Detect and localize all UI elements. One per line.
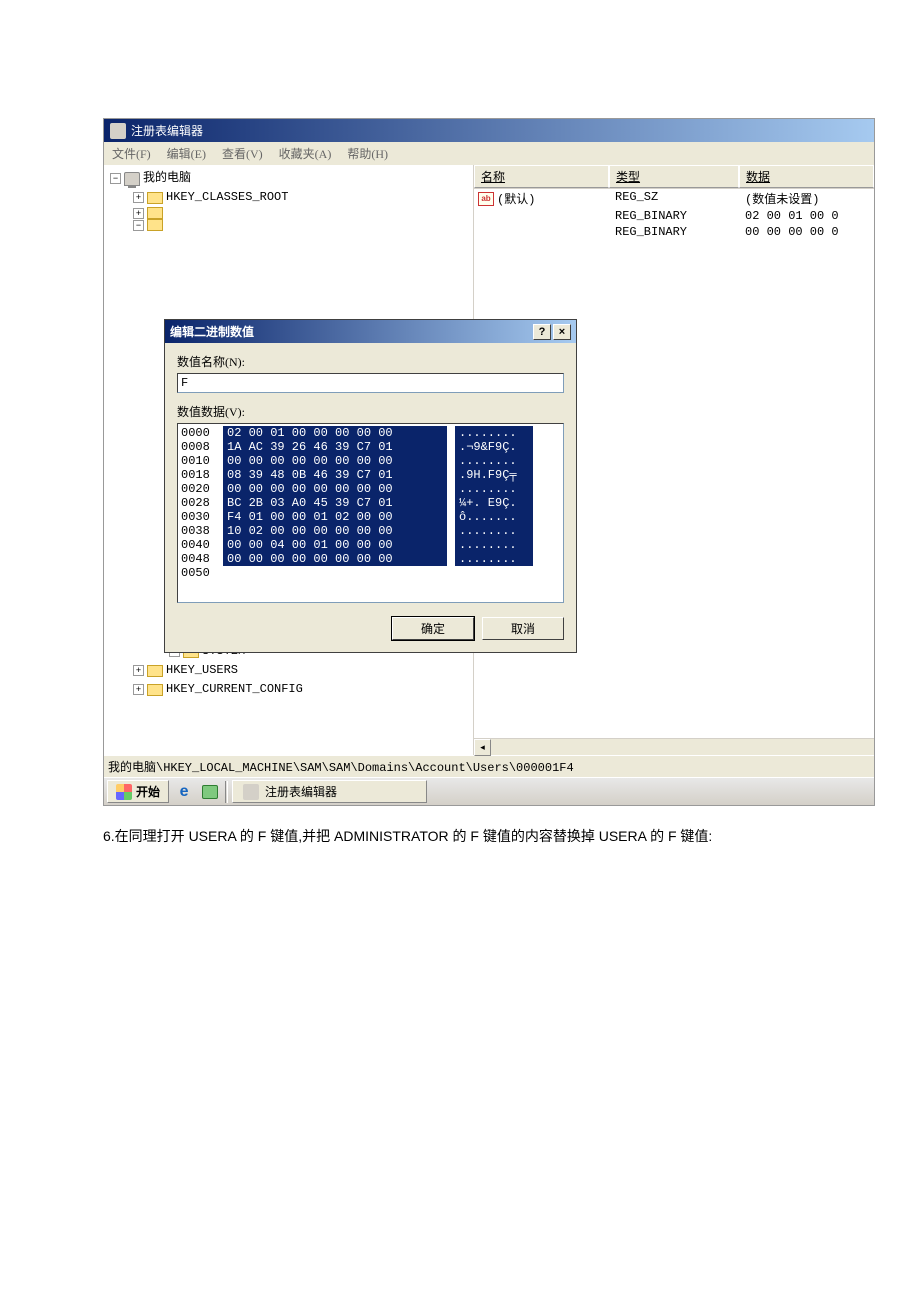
menu-file[interactable]: 文件(F) — [112, 145, 151, 162]
app-icon — [110, 123, 126, 139]
taskbar-divider — [225, 781, 228, 803]
start-button[interactable]: 开始 — [107, 780, 169, 803]
list-row[interactable]: ab(默认) REG_SZ (数值未设置) — [474, 189, 874, 208]
help-button[interactable]: ? — [533, 324, 551, 340]
expander-icon[interactable]: + — [133, 684, 144, 695]
ie-icon[interactable]: e — [173, 781, 195, 803]
col-data[interactable]: 数据 — [739, 165, 874, 188]
value-data: (数值未设置) — [739, 190, 874, 207]
value-data: 02 00 01 00 0 — [739, 209, 874, 223]
list-header: 名称 类型 数据 — [474, 165, 874, 189]
value-data: 00 00 00 00 0 — [739, 225, 874, 239]
figure-caption: 6.在同理打开 USERA 的 F 键值,并把 ADMINISTRATOR 的 … — [103, 826, 875, 846]
expander-icon[interactable]: + — [133, 665, 144, 676]
value-type: REG_SZ — [609, 190, 739, 207]
value-type: REG_BINARY — [609, 209, 739, 223]
dialog-title: 编辑二进制数值 — [170, 323, 254, 340]
menu-help[interactable]: 帮助(H) — [347, 145, 388, 162]
ok-button[interactable]: 确定 — [392, 617, 474, 640]
windows-logo-icon — [116, 784, 132, 800]
close-button[interactable]: × — [553, 324, 571, 340]
dialog-titlebar: 编辑二进制数值 ? × — [165, 320, 576, 343]
expander-icon[interactable]: + — [133, 192, 144, 203]
menu-view[interactable]: 查看(V) — [222, 145, 263, 162]
folder-icon — [147, 665, 163, 677]
start-label: 开始 — [136, 783, 160, 800]
name-label: 数值名称(N): — [177, 353, 564, 370]
app-icon — [243, 784, 259, 800]
menu-favorites[interactable]: 收藏夹(A) — [279, 145, 332, 162]
col-name[interactable]: 名称 — [474, 165, 609, 188]
folder-icon — [147, 192, 163, 204]
folder-icon — [147, 207, 163, 219]
edit-binary-dialog: 编辑二进制数值 ? × 数值名称(N): 数值数据(V): 000002 00 … — [164, 319, 577, 653]
menu-edit[interactable]: 编辑(E) — [167, 145, 206, 162]
tree-item[interactable]: HKEY_CURRENT_CONFIG — [166, 680, 303, 699]
value-type: REG_BINARY — [609, 225, 739, 239]
menu-bar: 文件(F) 编辑(E) 查看(V) 收藏夹(A) 帮助(H) — [104, 142, 874, 165]
hex-editor[interactable]: 000002 00 01 00 00 00 00 00........00081… — [177, 423, 564, 603]
desktop-icon[interactable] — [199, 781, 221, 803]
scroll-left-icon[interactable]: ◂ — [474, 739, 491, 756]
cancel-button[interactable]: 取消 — [482, 617, 564, 640]
scrollbar-horizontal[interactable]: ◂ — [474, 738, 874, 755]
tree-item[interactable]: HKEY_CLASSES_ROOT — [166, 188, 288, 207]
value-name-input[interactable] — [177, 373, 564, 393]
folder-icon — [147, 684, 163, 696]
col-type[interactable]: 类型 — [609, 165, 739, 188]
status-bar: 我的电脑\HKEY_LOCAL_MACHINE\SAM\SAM\Domains\… — [104, 755, 874, 777]
taskbar-app-label: 注册表编辑器 — [265, 783, 337, 800]
tree-item[interactable]: HKEY_USERS — [166, 661, 238, 680]
taskbar-app-button[interactable]: 注册表编辑器 — [232, 780, 427, 803]
expander-icon[interactable]: − — [110, 173, 121, 184]
list-row[interactable]: REG_BINARY 00 00 00 00 0 — [474, 224, 874, 240]
reg-sz-icon: ab — [478, 192, 494, 206]
window-titlebar: 注册表编辑器 — [104, 119, 874, 142]
computer-icon — [124, 172, 140, 186]
list-row[interactable]: REG_BINARY 02 00 01 00 0 — [474, 208, 874, 224]
window-title: 注册表编辑器 — [131, 122, 203, 139]
folder-icon — [147, 219, 163, 231]
tree-root[interactable]: 我的电脑 — [143, 169, 191, 188]
expander-icon[interactable]: − — [133, 220, 144, 231]
data-label: 数值数据(V): — [177, 403, 564, 420]
value-name: (默认) — [497, 190, 535, 207]
expander-icon[interactable]: + — [133, 208, 144, 219]
taskbar: 开始 e 注册表编辑器 — [104, 777, 874, 805]
